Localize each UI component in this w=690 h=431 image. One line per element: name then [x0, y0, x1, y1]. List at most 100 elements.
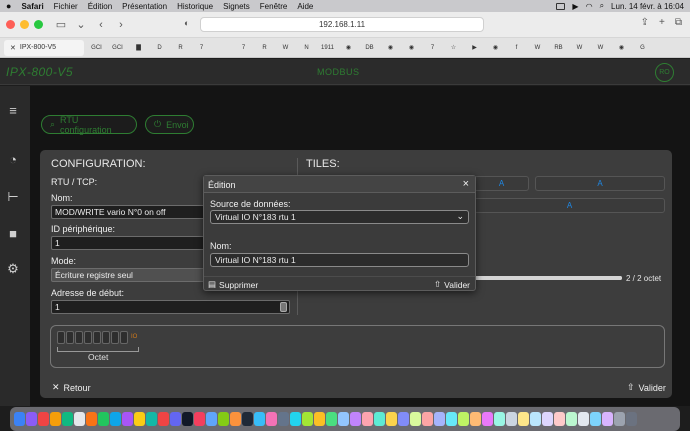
dock-app-icon[interactable]	[218, 412, 229, 426]
dock-app-icon[interactable]	[506, 412, 517, 426]
dock-app-icon[interactable]	[422, 412, 433, 426]
menu-icon[interactable]: ≡	[4, 101, 22, 119]
favorite-item[interactable]: N	[298, 42, 315, 54]
display-icon[interactable]	[556, 2, 566, 10]
dock-app-icon[interactable]	[566, 412, 577, 426]
dock-app-icon[interactable]	[374, 412, 385, 426]
favorite-item[interactable]: ◉	[340, 42, 357, 54]
dock-app-icon[interactable]	[242, 412, 253, 426]
search-icon[interactable]: ⌕	[600, 1, 604, 11]
address-bar[interactable]: 192.168.1.11	[200, 17, 484, 32]
favorite-item[interactable]: W	[529, 42, 546, 54]
dock-app-icon[interactable]	[578, 412, 589, 426]
dock-app-icon[interactable]	[230, 412, 241, 426]
octet-bit[interactable]	[102, 331, 110, 344]
fullscreen-window-icon[interactable]	[34, 20, 43, 29]
forward-icon[interactable]: ›	[113, 17, 129, 33]
favorite-item[interactable]: f	[508, 42, 525, 54]
favorite-item[interactable]: ◉	[487, 42, 504, 54]
dock-app-icon[interactable]	[542, 412, 553, 426]
dock-app-icon[interactable]	[530, 412, 541, 426]
tab-close-icon[interactable]: ✕	[10, 44, 16, 52]
favorite-item[interactable]: W	[592, 42, 609, 54]
dock-app-icon[interactable]	[182, 412, 193, 426]
favorite-item[interactable]: RB	[550, 42, 567, 54]
tile-button[interactable]: A	[474, 176, 529, 191]
favorite-item[interactable]: R	[172, 42, 189, 54]
dashboard-gauge-icon[interactable]: ◔	[4, 150, 22, 168]
dock-app-icon[interactable]	[326, 412, 337, 426]
privacy-shield-icon[interactable]: ◐	[184, 18, 189, 28]
octet-bit[interactable]	[57, 331, 65, 344]
dock-app-icon[interactable]	[314, 412, 325, 426]
supprimer-button[interactable]: ▤ Supprimer	[208, 279, 258, 290]
favorite-item[interactable]: 7	[193, 42, 210, 54]
dock-app-icon[interactable]	[626, 412, 637, 426]
dock-app-icon[interactable]	[74, 412, 85, 426]
rtu-configuration-button[interactable]: ⌕ RTU configuration	[41, 115, 137, 135]
modal-nom-field[interactable]: Virtual IO N°183 rtu 1	[210, 253, 469, 267]
source-select[interactable]: Virtual IO N°183 rtu 1 ⌄	[210, 210, 469, 224]
dock-app-icon[interactable]	[146, 412, 157, 426]
favorite-item[interactable]: W	[277, 42, 294, 54]
settings-gear-icon[interactable]: ⚙	[4, 260, 22, 278]
dock-app-icon[interactable]	[26, 412, 37, 426]
id-field[interactable]: 1	[51, 236, 205, 250]
dock-app-icon[interactable]	[458, 412, 469, 426]
dock-app-icon[interactable]	[278, 412, 289, 426]
share-icon[interactable]: ⇪	[641, 17, 649, 28]
number-stepper-icon[interactable]	[280, 302, 287, 312]
favorite-item[interactable]	[214, 42, 231, 54]
sidebar-toggle-icon[interactable]: ▭	[53, 17, 69, 33]
favorite-item[interactable]: ▇	[130, 42, 147, 54]
dock-app-icon[interactable]	[590, 412, 601, 426]
nom-field[interactable]: MOD/WRITE vario N°0 on off	[51, 205, 205, 219]
tile-button[interactable]: A	[535, 176, 665, 191]
favorite-item[interactable]: 7	[424, 42, 441, 54]
close-icon[interactable]: ×	[463, 178, 469, 190]
favorite-item[interactable]: ☆	[445, 42, 462, 54]
adresse-field[interactable]: 1	[51, 300, 290, 314]
dock-app-icon[interactable]	[50, 412, 61, 426]
dock-app-icon[interactable]	[302, 412, 313, 426]
dock-app-icon[interactable]	[386, 412, 397, 426]
octet-bit[interactable]	[75, 331, 83, 344]
octet-bit[interactable]	[84, 331, 92, 344]
dock-app-icon[interactable]	[158, 412, 169, 426]
minimize-window-icon[interactable]	[20, 20, 29, 29]
favorite-item[interactable]: DB	[361, 42, 378, 54]
play-icon[interactable]: ▶	[572, 2, 578, 11]
dock-app-icon[interactable]	[362, 412, 373, 426]
dock-app-icon[interactable]	[602, 412, 613, 426]
dock-app-icon[interactable]	[266, 412, 277, 426]
wifi-icon[interactable]: ◠	[586, 2, 593, 11]
tile-button[interactable]: A	[474, 198, 665, 213]
chevron-down-icon[interactable]: ⌄	[73, 17, 89, 33]
tab-ipx800[interactable]: ✕ IPX-800-V5	[4, 39, 84, 56]
menu-edition[interactable]: Édition	[88, 2, 112, 11]
dock-app-icon[interactable]	[98, 412, 109, 426]
dock-app-icon[interactable]	[554, 412, 565, 426]
dock-app-icon[interactable]	[206, 412, 217, 426]
menu-fenetre[interactable]: Fenêtre	[260, 2, 288, 11]
back-icon[interactable]: ‹	[93, 17, 109, 33]
retour-button[interactable]: ✕ Retour	[52, 382, 91, 393]
avatar[interactable]: RO	[655, 63, 674, 82]
dock-app-icon[interactable]	[614, 412, 625, 426]
menu-presentation[interactable]: Présentation	[122, 2, 167, 11]
dock-app-icon[interactable]	[62, 412, 73, 426]
dock-app-icon[interactable]	[338, 412, 349, 426]
favorite-item[interactable]: G	[634, 42, 651, 54]
menu-aide[interactable]: Aide	[297, 2, 313, 11]
valider-button[interactable]: ⇧ Valider	[627, 382, 666, 393]
dock-app-icon[interactable]	[110, 412, 121, 426]
octet-bit[interactable]	[93, 331, 101, 344]
menu-fichier[interactable]: Fichier	[54, 2, 78, 11]
dock-app-icon[interactable]	[194, 412, 205, 426]
menu-signets[interactable]: Signets	[223, 2, 250, 11]
dock-app-icon[interactable]	[446, 412, 457, 426]
favorite-item[interactable]: GCI	[88, 42, 105, 54]
close-window-icon[interactable]	[6, 20, 15, 29]
menu-safari[interactable]: Safari	[21, 2, 43, 11]
camera-icon[interactable]: ■	[4, 224, 22, 242]
